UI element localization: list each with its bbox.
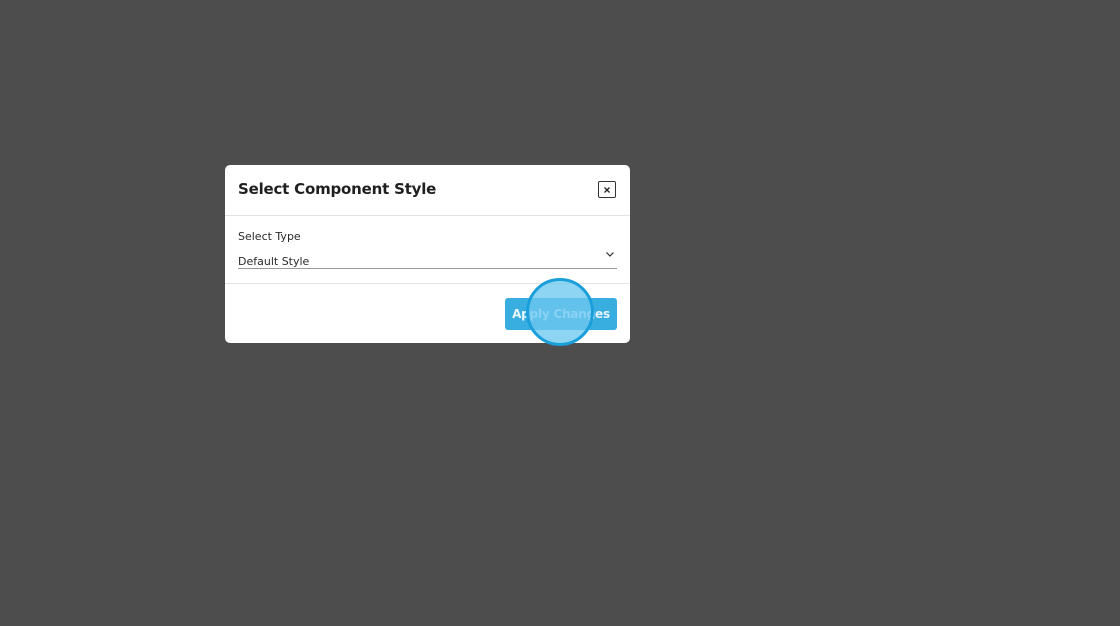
select-type-value: Default Style [238, 255, 310, 268]
dialog-body: Select Type Default Style [225, 216, 630, 284]
select-type-dropdown[interactable]: Default Style [238, 248, 617, 269]
dialog-header: Select Component Style [225, 165, 630, 216]
close-button[interactable] [598, 181, 616, 198]
close-icon [604, 186, 610, 193]
chevron-down-icon [606, 252, 614, 257]
apply-changes-button[interactable]: Apply Changes [505, 298, 617, 330]
dialog-title: Select Component Style [238, 180, 437, 198]
select-type-label: Select Type [238, 230, 301, 243]
select-component-style-dialog: Select Component Style Select Type Defau… [225, 165, 630, 343]
dialog-footer: Apply Changes [225, 284, 630, 343]
